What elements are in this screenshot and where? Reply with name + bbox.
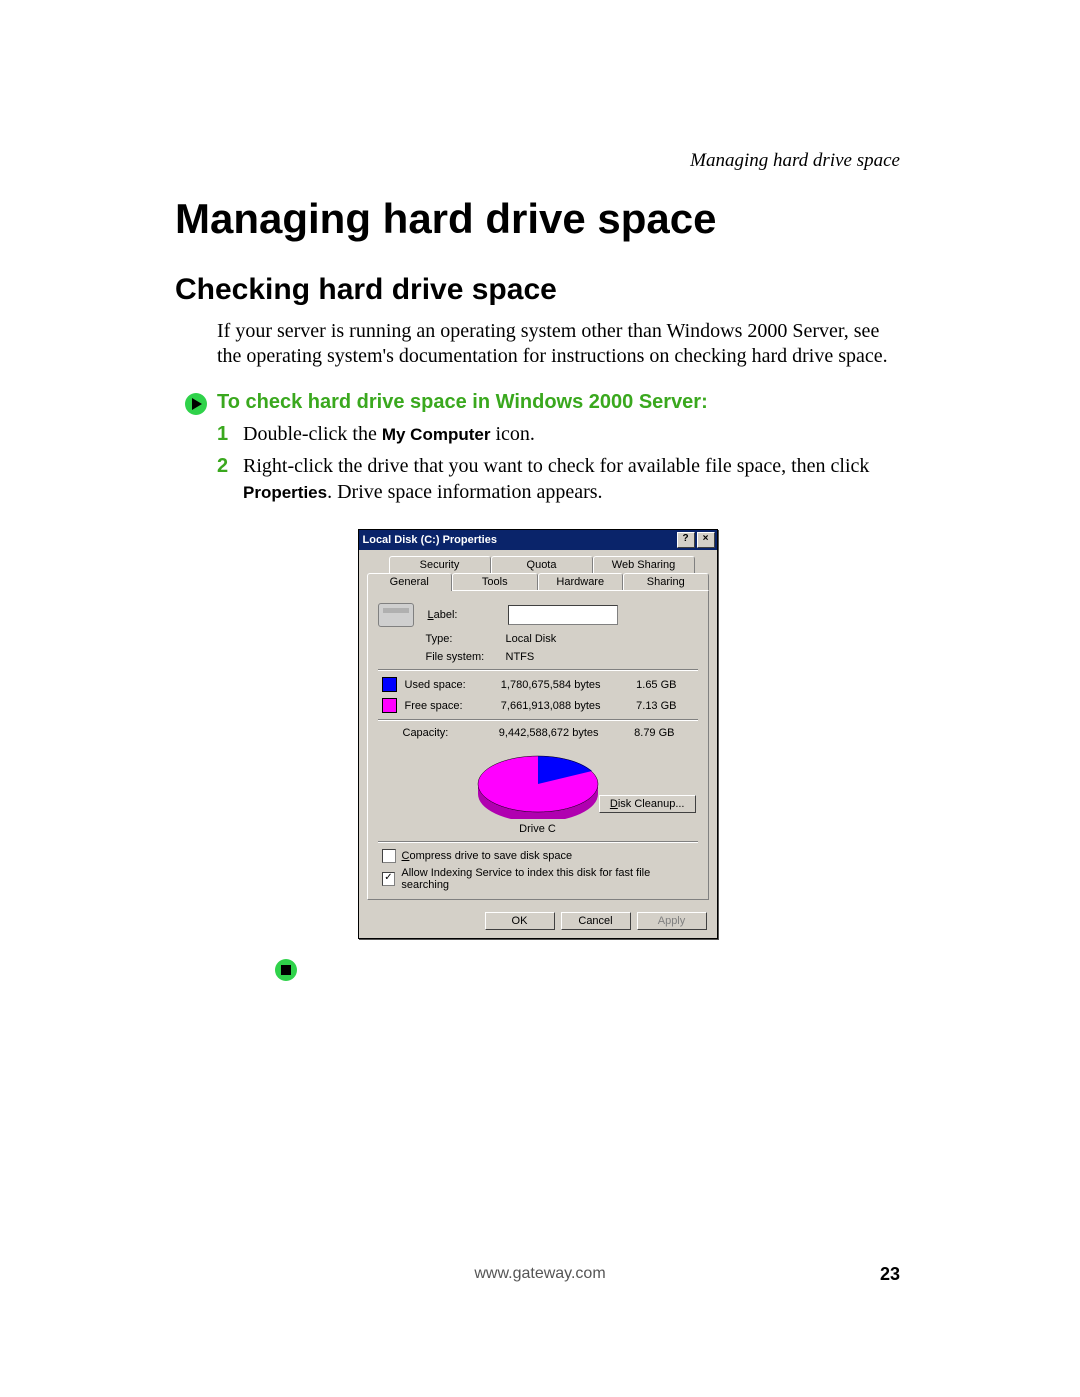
dialog-titlebar[interactable]: Local Disk (C:) Properties ? × xyxy=(359,530,717,550)
drive-icon xyxy=(378,603,414,627)
page-title: Managing hard drive space xyxy=(175,195,900,243)
step-text: Double-click the My Computer icon. xyxy=(243,421,535,447)
tab-sharing[interactable]: Sharing xyxy=(623,573,709,590)
step-text: Right-click the drive that you want to c… xyxy=(243,453,900,505)
help-button[interactable]: ? xyxy=(677,532,695,548)
intro-paragraph: If your server is running an operating s… xyxy=(217,319,900,369)
ok-button[interactable]: OK xyxy=(485,912,555,930)
capacity-label: Capacity: xyxy=(403,727,479,739)
free-bytes: 7,661,913,088 bytes xyxy=(481,700,601,712)
tab-tools[interactable]: Tools xyxy=(452,573,538,590)
section-heading: Checking hard drive space xyxy=(175,273,900,307)
indexing-checkbox[interactable]: ✓ xyxy=(382,872,396,886)
type-label: Type: xyxy=(422,633,506,645)
pie-label: Drive C xyxy=(378,823,698,835)
tab-quota[interactable]: Quota xyxy=(491,556,593,573)
tab-panel-general: Label: Type: Local Disk File system: NTF… xyxy=(367,590,709,900)
running-head: Managing hard drive space xyxy=(690,150,900,172)
tab-general[interactable]: General xyxy=(367,573,453,591)
used-swatch xyxy=(382,677,397,692)
disk-cleanup-button[interactable]: Disk Cleanup... xyxy=(599,795,696,813)
capacity-bytes: 9,442,588,672 bytes xyxy=(479,727,599,739)
tab-web-sharing[interactable]: Web Sharing xyxy=(593,556,695,573)
capacity-gb: 8.79 GB xyxy=(599,727,675,739)
step-number: 2 xyxy=(217,453,243,505)
free-swatch xyxy=(382,698,397,713)
page-number: 23 xyxy=(880,1264,900,1285)
tab-security[interactable]: Security xyxy=(389,556,491,573)
free-label: Free space: xyxy=(405,700,481,712)
free-gb: 7.13 GB xyxy=(601,700,677,712)
apply-button[interactable]: Apply xyxy=(637,912,707,930)
tab-hardware[interactable]: Hardware xyxy=(538,573,624,590)
compress-checkbox[interactable] xyxy=(382,849,396,863)
used-gb: 1.65 GB xyxy=(601,679,677,691)
filesystem-label: File system: xyxy=(422,651,506,663)
compress-label: Compress drive to save disk space xyxy=(402,850,573,862)
used-label: Used space: xyxy=(405,679,481,691)
filesystem-value: NTFS xyxy=(506,651,535,663)
procedure-end-icon xyxy=(275,959,900,986)
cancel-button[interactable]: Cancel xyxy=(561,912,631,930)
properties-dialog: Local Disk (C:) Properties ? × Security … xyxy=(358,529,718,939)
procedure-title: To check hard drive space in Windows 200… xyxy=(217,391,708,414)
step-number: 1 xyxy=(217,421,243,447)
label-input[interactable] xyxy=(508,605,618,625)
close-button[interactable]: × xyxy=(697,532,715,548)
label-label: Label: xyxy=(424,609,508,621)
footer-url: www.gateway.com xyxy=(0,1265,1080,1283)
used-bytes: 1,780,675,584 bytes xyxy=(481,679,601,691)
procedure-arrow-icon xyxy=(175,391,217,415)
indexing-label: Allow Indexing Service to index this dis… xyxy=(401,867,697,891)
type-value: Local Disk xyxy=(506,633,557,645)
dialog-title: Local Disk (C:) Properties xyxy=(363,534,497,546)
